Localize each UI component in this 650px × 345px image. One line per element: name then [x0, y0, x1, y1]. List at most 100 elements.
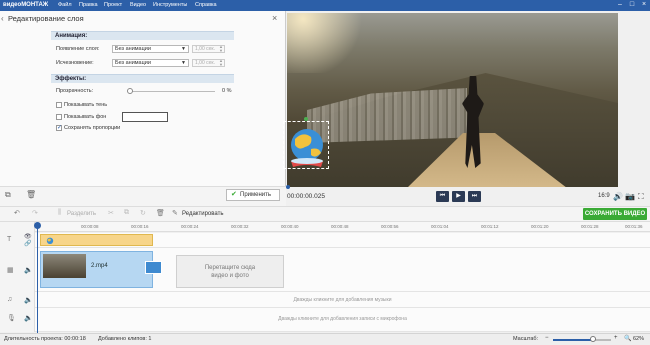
rotate-icon[interactable]: ↻: [140, 209, 146, 217]
cut-icon[interactable]: ✂: [108, 209, 114, 217]
chevron-down-icon: ▼: [181, 46, 186, 52]
opacity-slider-track[interactable]: [129, 91, 215, 92]
background-checkbox[interactable]: [56, 114, 62, 120]
menu-project[interactable]: Проект: [104, 2, 122, 9]
progress-knob[interactable]: [286, 185, 290, 189]
transition-thumbnail[interactable]: [145, 261, 162, 274]
tick-label: 00:00:56: [381, 224, 399, 229]
tick-label: 00:00:08: [81, 224, 99, 229]
text-track-icon: T: [7, 236, 12, 243]
drop-line-1: Перетащите сюда: [204, 265, 256, 271]
keep-ratio-checkbox[interactable]: [56, 124, 62, 131]
camera-icon[interactable]: 📷: [625, 192, 635, 201]
check-icon: ✔: [231, 191, 237, 198]
clip-thumbnail: [43, 254, 86, 278]
save-video-button[interactable]: СОХРАНИТЬ ВИДЕО: [583, 208, 647, 220]
edit-button[interactable]: Редактировать: [182, 211, 223, 217]
drop-zone[interactable]: Перетащите сюда видео и фото: [176, 255, 284, 288]
close-icon[interactable]: ×: [640, 1, 648, 9]
fullscreen-icon[interactable]: ⛶: [638, 192, 644, 202]
copy-icon[interactable]: ⧉: [5, 190, 11, 200]
shadow-checkbox[interactable]: [56, 102, 62, 108]
music-hint: Дважды кликните для добавления музыки: [293, 297, 392, 303]
copy-clip-icon[interactable]: ⧉: [124, 209, 129, 217]
appear-select[interactable]: Без анимации ▼: [112, 45, 189, 53]
sticker-clip[interactable]: [40, 234, 153, 246]
chevron-down-icon: ▼: [181, 60, 186, 66]
opacity-slider-knob[interactable]: [127, 88, 133, 94]
menu-video[interactable]: Видео: [130, 2, 146, 9]
mic-hint: Дважды кликните для добавления записи с …: [278, 316, 407, 322]
panel-title: Редактирование слоя: [8, 14, 84, 23]
music-icon: ♫: [7, 296, 13, 303]
disappear-select[interactable]: Без анимации ▼: [112, 59, 189, 67]
current-time: 00:00:00.025: [287, 193, 325, 200]
menu-tools[interactable]: Инструменты: [153, 2, 187, 9]
drop-line-2: видео и фото: [211, 273, 249, 279]
disappear-label: Исчезновение:: [56, 60, 94, 66]
zoom-in-icon[interactable]: +: [614, 335, 618, 341]
split-icon[interactable]: ⫼: [58, 209, 61, 217]
disappear-duration[interactable]: 1,00 сек. ▲ ▼: [192, 59, 225, 67]
menu-file[interactable]: Файл: [58, 2, 72, 9]
link-icon[interactable]: 🔗: [24, 240, 31, 247]
clips-added: Добавлено клипов: 1: [98, 336, 152, 342]
delete-icon[interactable]: 🗑: [156, 209, 165, 217]
tick-label: 00:01:20: [531, 224, 549, 229]
redo-icon[interactable]: ↷: [32, 209, 38, 217]
background-color-picker[interactable]: [122, 112, 168, 122]
aspect-ratio[interactable]: 16:9: [598, 193, 610, 199]
edit-icon[interactable]: ✎: [172, 209, 178, 217]
film-track-icon: ▦: [7, 267, 14, 274]
menu-edit[interactable]: Правка: [79, 2, 98, 9]
close-panel-icon[interactable]: ×: [272, 13, 277, 23]
menu-help[interactable]: Справка: [195, 2, 217, 9]
play-button[interactable]: ▶: [452, 191, 465, 202]
undo-icon[interactable]: ↶: [14, 209, 20, 217]
tick-label: 00:00:40: [281, 224, 299, 229]
spin-arrows-icon: ▲ ▼: [219, 44, 223, 53]
opacity-value: 0 %: [222, 88, 232, 94]
shadow-label: Показывать тень: [64, 102, 108, 108]
spin-arrows-icon: ▲ ▼: [219, 58, 223, 67]
tick-label: 00:01:04: [431, 224, 449, 229]
zoom-slider-knob[interactable]: [590, 336, 596, 342]
tick-label: 00:00:32: [231, 224, 249, 229]
track-volume-icon[interactable]: 🔈: [24, 266, 33, 274]
next-frame-button[interactable]: ⏭: [468, 191, 481, 202]
tick-label: 00:00:16: [131, 224, 149, 229]
zoom-label: Масштаб:: [513, 336, 539, 342]
appear-duration[interactable]: 1,00 сек. ▲ ▼: [192, 45, 225, 53]
tick-label: 00:01:28: [581, 224, 599, 229]
video-preview[interactable]: [287, 13, 618, 187]
playhead[interactable]: [37, 224, 38, 334]
globe-sticker[interactable]: [283, 121, 331, 171]
edit-toolbar: [0, 206, 650, 222]
back-arrow-icon[interactable]: ‹: [1, 14, 4, 23]
microphone-icon: 🎙: [7, 315, 16, 322]
split-button[interactable]: Разделить: [67, 211, 96, 217]
keep-ratio-label: Сохранять пропорции: [64, 125, 121, 131]
playhead-knob[interactable]: [34, 222, 41, 229]
opacity-label: Прозрачность:: [56, 88, 94, 94]
eye-icon[interactable]: 👁: [24, 233, 32, 240]
minimize-icon[interactable]: –: [616, 1, 624, 9]
effects-section-header: Эффекты:: [51, 74, 234, 83]
maximize-icon[interactable]: □: [628, 1, 636, 9]
prev-frame-button[interactable]: ⏮: [436, 191, 449, 202]
music-volume-icon[interactable]: 🔈: [24, 296, 33, 304]
trash-icon[interactable]: 🗑: [26, 190, 36, 199]
app-logo: видеоМОНТАЖ: [3, 2, 49, 8]
tick-label: 00:01:12: [481, 224, 499, 229]
town: [307, 88, 467, 143]
tick-label: 00:00:24: [181, 224, 199, 229]
zoom-slider-fill: [553, 339, 593, 341]
clip-name: 2.mp4: [91, 263, 108, 269]
zoom-search-icon[interactable]: 🔍: [624, 335, 631, 342]
zoom-percent: 62%: [633, 336, 645, 342]
project-duration: Длительность проекта: 00:00:18: [4, 336, 86, 342]
volume-icon[interactable]: 🔊: [613, 192, 623, 201]
mic-volume-icon[interactable]: 🔈: [24, 314, 33, 322]
zoom-out-icon[interactable]: −: [545, 335, 549, 341]
apply-button[interactable]: ✔ Применить: [226, 189, 280, 201]
